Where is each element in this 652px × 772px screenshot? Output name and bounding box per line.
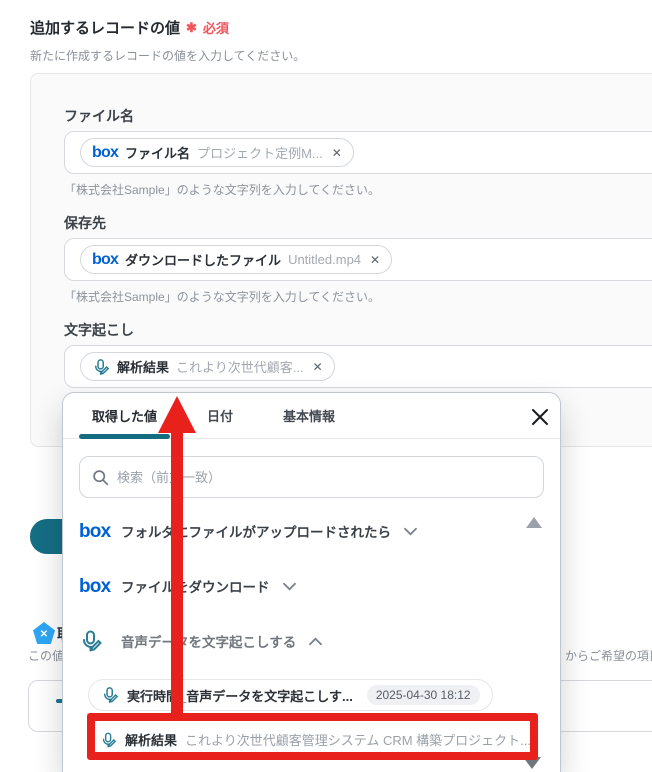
destination-value-chip[interactable]: box ダウンロードしたファイル Untitled.mp4 ✕ xyxy=(80,245,392,274)
chevron-down-icon[interactable] xyxy=(282,581,297,592)
page: 追加するレコードの値 ✱ 必須 新たに作成するレコードの値を入力してください。 … xyxy=(0,0,652,772)
scroll-down-icon[interactable] xyxy=(523,757,541,769)
search-icon xyxy=(92,469,109,486)
field-label-filename: ファイル名 xyxy=(64,106,652,126)
group-label: 音声データを文字起こしする xyxy=(121,631,296,651)
chip-close-icon[interactable]: ✕ xyxy=(332,146,342,160)
chip-close-icon[interactable]: ✕ xyxy=(313,360,323,374)
popup-tabbar: 取得した値 日付 基本情報 xyxy=(63,393,560,439)
tab-basic-info[interactable]: 基本情報 xyxy=(270,393,348,439)
section-heading-row: 追加するレコードの値 ✱ 必須 xyxy=(30,17,229,38)
mic-pencil-icon xyxy=(92,358,110,376)
chip-preview: これより次世代顧客... xyxy=(176,357,304,376)
group-label: ファイルをダウンロード xyxy=(121,576,270,596)
group-row-box-upload[interactable]: box フォルダにファイルがアップロードされたら xyxy=(79,516,544,546)
value-item-name: 解析結果 xyxy=(125,730,177,749)
field-label-destination: 保存先 xyxy=(64,213,652,233)
value-item-analysis-result[interactable]: 解析結果 これより次世代顧客管理システム CRM 構築プロジェクト... xyxy=(88,718,543,761)
group-label: フォルダにファイルがアップロードされたら xyxy=(121,521,391,541)
mic-pencil-icon xyxy=(100,731,117,749)
tab-obtained-values[interactable]: 取得した値 xyxy=(79,393,170,439)
transcript-value-chip[interactable]: 解析結果 これより次世代顧客... ✕ xyxy=(80,352,335,381)
value-picker-popup: 取得した値 日付 基本情報 box フォルダにファイルがアップロードされたら b… xyxy=(62,392,561,772)
pentagon-x-icon: ✕ xyxy=(33,622,55,644)
group-row-transcribe[interactable]: 音声データを文字起こしする xyxy=(79,626,544,656)
record-values-panel: ファイル名 box ファイル名 プロジェクト定例M... ✕ 「株式会社Samp… xyxy=(30,73,652,447)
field-helper: 「株式会社Sample」のような文字列を入力してください。 xyxy=(64,181,652,197)
close-icon[interactable] xyxy=(530,407,550,427)
required-asterisk-icon: ✱ xyxy=(186,20,197,36)
search-input[interactable] xyxy=(117,470,531,485)
value-item-name: 実行時間_音声データを文字起こしす... xyxy=(127,686,353,705)
field-label-transcript: 文字起こし xyxy=(64,320,652,340)
chip-preview: プロジェクト定例M... xyxy=(197,143,323,162)
required-badge: 必須 xyxy=(203,18,229,37)
chevron-up-icon[interactable] xyxy=(308,636,323,647)
hidden-description-left-fragment: この値 xyxy=(28,647,64,664)
box-logo-icon: box xyxy=(79,577,121,596)
chevron-down-icon[interactable] xyxy=(403,526,418,537)
hidden-description-right-fragment: からご希望の項目を xyxy=(565,647,652,664)
filename-input[interactable]: box ファイル名 プロジェクト定例M... ✕ xyxy=(64,131,652,174)
chip-name: ファイル名 xyxy=(125,143,190,162)
box-logo-icon: box xyxy=(92,252,118,268)
field-helper: 「株式会社Sample」のような文字列を入力してください。 xyxy=(64,288,652,304)
box-logo-icon: box xyxy=(92,145,118,161)
mic-pencil-icon xyxy=(79,629,121,653)
chip-close-icon[interactable]: ✕ xyxy=(370,253,380,267)
mic-pencil-icon xyxy=(101,686,119,704)
box-logo-icon: box xyxy=(79,522,121,541)
search-box[interactable] xyxy=(79,456,544,498)
timestamp-badge: 2025-04-30 18:12 xyxy=(367,685,480,705)
transcript-input[interactable]: 解析結果 これより次世代顧客... ✕ xyxy=(64,345,652,388)
chip-name: ダウンロードしたファイル xyxy=(125,250,281,269)
page-title: 追加するレコードの値 xyxy=(30,17,180,38)
value-item-preview: これより次世代顧客管理システム CRM 構築プロジェクト... xyxy=(185,730,531,749)
group-row-box-download[interactable]: box ファイルをダウンロード xyxy=(79,571,544,601)
scroll-up-icon[interactable] xyxy=(526,517,542,528)
value-item-exec-time[interactable]: 実行時間_音声データを文字起こしす... 2025-04-30 18:12 xyxy=(88,679,493,711)
tab-date[interactable]: 日付 xyxy=(194,393,246,439)
chip-name: 解析結果 xyxy=(117,357,169,376)
page-description: 新たに作成するレコードの値を入力してください。 xyxy=(30,47,305,64)
filename-value-chip[interactable]: box ファイル名 プロジェクト定例M... ✕ xyxy=(80,138,354,167)
chip-preview: Untitled.mp4 xyxy=(288,252,361,267)
destination-input[interactable]: box ダウンロードしたファイル Untitled.mp4 ✕ xyxy=(64,238,652,281)
values-list: box フォルダにファイルがアップロードされたら box ファイルをダウンロード xyxy=(63,498,560,656)
